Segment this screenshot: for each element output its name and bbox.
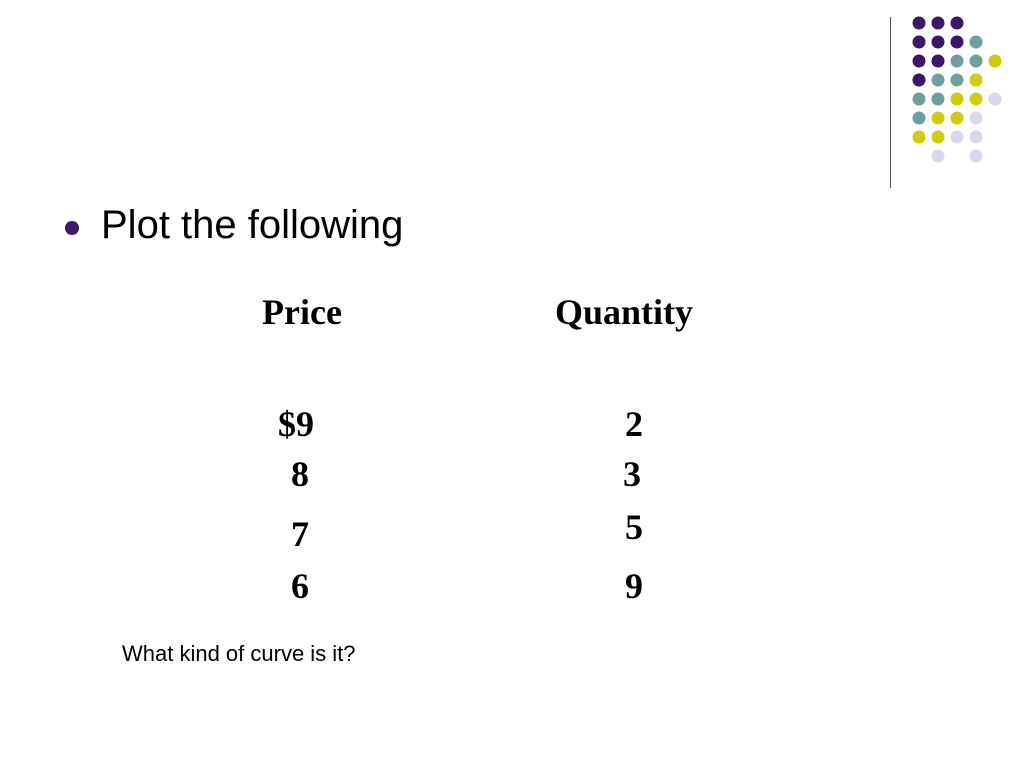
decor-dot [950, 16, 964, 30]
decor-dot [912, 16, 926, 30]
decor-dot [969, 73, 983, 87]
decor-dot [969, 35, 983, 49]
decorative-dot-grid [912, 16, 1002, 163]
decor-dot [931, 73, 945, 87]
decor-dot [931, 130, 945, 144]
bullet-icon [65, 221, 79, 235]
decor-dot [912, 130, 926, 144]
decor-dot [912, 54, 926, 68]
price-header: Price [262, 292, 342, 332]
quantity-header: Quantity [554, 292, 694, 332]
decor-dot [931, 111, 945, 125]
decor-dot [912, 73, 926, 87]
decor-dot [931, 92, 945, 106]
quantity-cell: 9 [625, 566, 643, 606]
decor-dot [931, 149, 945, 163]
decor-dot [950, 130, 964, 144]
decor-dot [969, 111, 983, 125]
decor-dot [950, 111, 964, 125]
decor-dot [931, 35, 945, 49]
decor-dot [988, 54, 1002, 68]
decor-dot [950, 73, 964, 87]
decor-dot [969, 130, 983, 144]
decor-dot [969, 92, 983, 106]
decor-dot [969, 54, 983, 68]
price-cell: 7 [291, 514, 309, 554]
decor-dot [912, 92, 926, 106]
quantity-cell: 5 [625, 507, 643, 547]
decor-dot [950, 35, 964, 49]
price-cell: $9 [278, 404, 314, 444]
quantity-cell: 3 [623, 454, 641, 494]
price-cell: 8 [291, 454, 309, 494]
decor-dot [931, 16, 945, 30]
quantity-cell: 2 [625, 404, 643, 444]
question-text: What kind of curve is it? [122, 641, 356, 666]
decor-dot [950, 92, 964, 106]
decor-dot [988, 92, 1002, 106]
price-cell: 6 [291, 566, 309, 606]
decor-dot [912, 35, 926, 49]
divider-line [890, 17, 891, 188]
decor-dot [969, 149, 983, 163]
decor-dot [912, 111, 926, 125]
bullet-text: Plot the following [101, 203, 404, 247]
decor-dot [931, 54, 945, 68]
decor-dot [950, 54, 964, 68]
